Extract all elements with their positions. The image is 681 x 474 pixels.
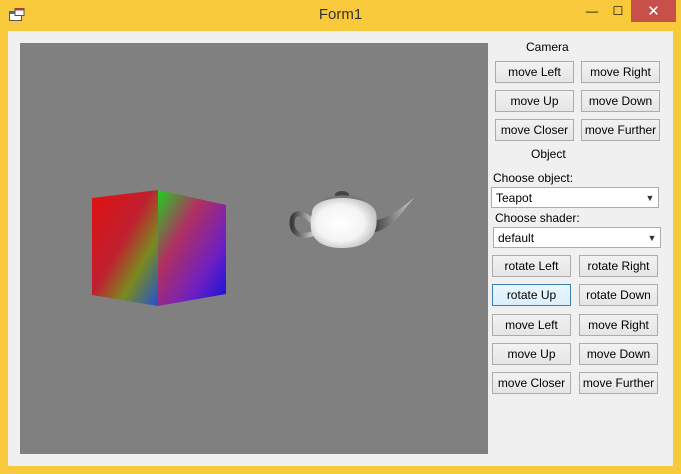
object-move-closer-button[interactable]: move Closer bbox=[492, 372, 571, 394]
object-move-left-button[interactable]: move Left bbox=[492, 314, 571, 336]
minimize-icon: — bbox=[586, 4, 598, 18]
close-icon: ✕ bbox=[647, 3, 660, 20]
camera-move-up-button[interactable]: move Up bbox=[495, 90, 574, 112]
shader-select[interactable]: default ▼ bbox=[493, 227, 661, 248]
cube bbox=[92, 190, 226, 306]
object-move-right-button[interactable]: move Right bbox=[579, 314, 658, 336]
rotate-up-button[interactable]: rotate Up bbox=[492, 284, 571, 306]
object-move-up-button[interactable]: move Up bbox=[492, 343, 571, 365]
camera-move-left-button[interactable]: move Left bbox=[495, 61, 574, 83]
camera-move-closer-button[interactable]: move Closer bbox=[495, 119, 574, 141]
camera-move-further-button[interactable]: move Further bbox=[581, 119, 660, 141]
shader-select-value: default bbox=[498, 230, 535, 245]
maximize-button[interactable]: ☐ bbox=[605, 0, 631, 22]
choose-shader-label: Choose shader: bbox=[495, 211, 580, 225]
client-area: Camera move Left move Right move Up move… bbox=[8, 31, 673, 466]
camera-move-right-button[interactable]: move Right bbox=[581, 61, 660, 83]
camera-move-down-button[interactable]: move Down bbox=[581, 90, 660, 112]
object-select-value: Teapot bbox=[496, 190, 533, 205]
camera-heading: Camera bbox=[526, 40, 569, 54]
choose-object-label: Choose object: bbox=[493, 171, 574, 185]
chevron-down-icon[interactable]: ▼ bbox=[642, 193, 658, 203]
chevron-down-icon[interactable]: ▼ bbox=[644, 233, 660, 243]
scene-canvas bbox=[92, 190, 414, 306]
object-move-further-button[interactable]: move Further bbox=[579, 372, 658, 394]
rotate-right-button[interactable]: rotate Right bbox=[579, 255, 658, 277]
teapot bbox=[289, 191, 414, 248]
rotate-down-button[interactable]: rotate Down bbox=[579, 284, 658, 306]
object-heading: Object bbox=[531, 147, 566, 161]
title-bar[interactable]: Form1 — ☐ ✕ bbox=[0, 0, 681, 30]
rotate-left-button[interactable]: rotate Left bbox=[492, 255, 571, 277]
object-move-down-button[interactable]: move Down bbox=[579, 343, 658, 365]
object-select[interactable]: Teapot ▼ bbox=[491, 187, 659, 208]
close-button[interactable]: ✕ bbox=[631, 0, 676, 22]
minimize-button[interactable]: — bbox=[578, 0, 606, 22]
maximize-icon: ☐ bbox=[612, 4, 624, 18]
render-viewport[interactable] bbox=[20, 43, 488, 454]
